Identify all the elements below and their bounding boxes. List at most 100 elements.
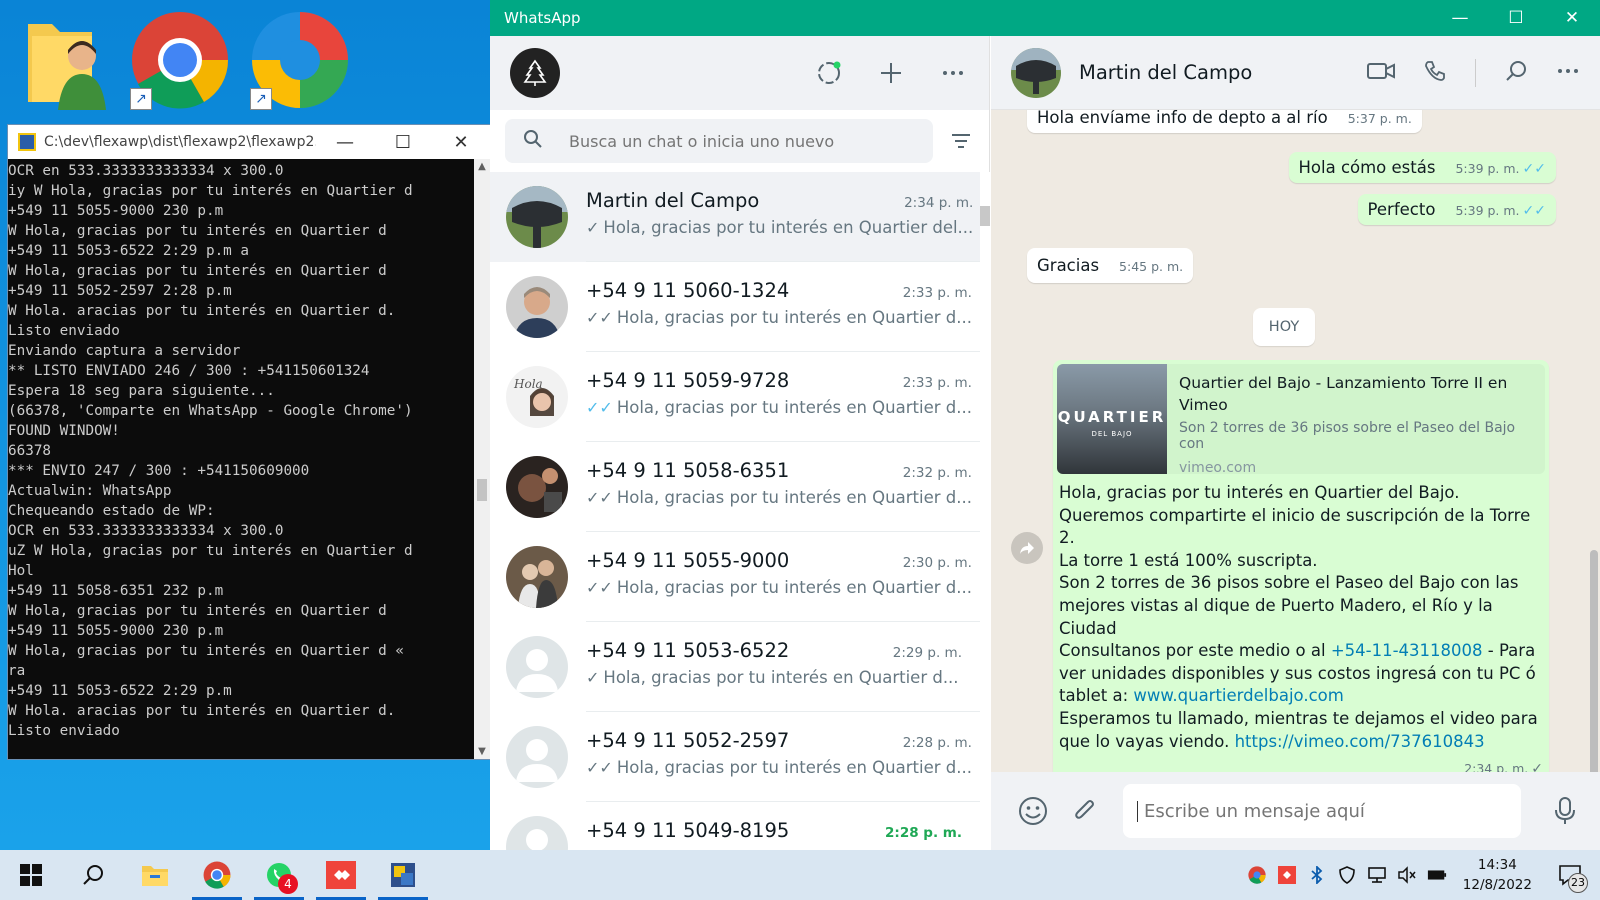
phone-link[interactable]: +54-11-43118008 xyxy=(1331,641,1483,660)
link-preview-domain: vimeo.com xyxy=(1179,460,1257,474)
chat-avatar[interactable] xyxy=(506,456,568,518)
console-scrollbar[interactable]: ▲ ▼ xyxy=(474,159,490,759)
whatsapp-taskbar-icon[interactable]: 4 xyxy=(248,850,310,900)
chat-avatar[interactable] xyxy=(506,726,568,788)
edge-icon[interactable]: ↗ xyxy=(250,10,350,110)
message-time: 5:39 p. m. xyxy=(1455,203,1520,218)
file-explorer-icon[interactable] xyxy=(124,850,186,900)
chat-avatar[interactable] xyxy=(506,276,568,338)
chat-avatar[interactable] xyxy=(506,636,568,698)
maximize-button[interactable]: ☐ xyxy=(374,132,432,153)
user-folder-icon[interactable] xyxy=(22,10,122,110)
chat-list-item[interactable]: +54 9 11 5058-6351 2:32 p. m. ✓✓ Hola, grac… xyxy=(490,442,980,532)
message-scrollbar[interactable] xyxy=(1588,110,1600,800)
emoji-icon[interactable] xyxy=(1015,793,1051,829)
contact-avatar[interactable] xyxy=(1011,47,1061,98)
bluetooth-icon[interactable] xyxy=(1307,865,1327,885)
delivered-ticks-icon: ✓✓ xyxy=(586,578,613,597)
chat-avatar[interactable]: Hola xyxy=(506,366,568,428)
message-text: Hola cómo estás xyxy=(1298,158,1436,177)
console-line: W Hola, gracias por tu interés en Quarti… xyxy=(8,643,404,659)
chat-avatar[interactable] xyxy=(506,546,568,608)
taskbar-search-icon[interactable] xyxy=(62,850,124,900)
start-button[interactable] xyxy=(0,850,62,900)
chrome-taskbar-icon[interactable] xyxy=(186,850,248,900)
link-preview[interactable]: QUARTIER DEL BAJO Quartier del Bajo - La… xyxy=(1057,364,1545,474)
whatsapp-titlebar[interactable]: WhatsApp — ☐ ✕ xyxy=(490,0,1600,36)
minimize-button[interactable]: — xyxy=(1432,8,1488,28)
chat-preview: Hola, gracias por tu interés en Quartier… xyxy=(616,488,972,507)
message-input-box[interactable] xyxy=(1123,784,1521,838)
message-input[interactable] xyxy=(1137,800,1497,822)
link-preview-title: Quartier del Bajo - Lanzamiento Torre II… xyxy=(1179,374,1508,414)
incoming-message[interactable]: Hola envíame info de depto a al río 5:37 … xyxy=(1027,110,1422,133)
anydesk-tray-icon[interactable] xyxy=(1277,865,1297,885)
minimize-button[interactable]: — xyxy=(316,132,374,153)
menu-dots-icon[interactable] xyxy=(937,57,969,89)
chat-list-panel: Martin del Campo2:34 p. m.✓Hola, gracias… xyxy=(490,36,990,850)
maximize-button[interactable]: ☐ xyxy=(1488,8,1544,28)
console-line: FOUND WINDOW! xyxy=(8,423,120,439)
outgoing-message[interactable]: Perfecto 5:39 p. m. ✓✓ xyxy=(1357,194,1556,225)
chat-list-item[interactable]: +54 9 11 5049-8195 2:28 p. m. xyxy=(490,802,980,850)
conversation-header[interactable]: Martin del Campo xyxy=(991,36,1600,110)
outgoing-message[interactable]: QUARTIER DEL BAJO Quartier del Bajo - La… xyxy=(1053,360,1549,772)
close-button[interactable]: ✕ xyxy=(432,132,490,153)
chat-avatar[interactable] xyxy=(506,186,568,248)
outgoing-message[interactable]: Hola cómo estás 5:39 p. m. ✓✓ xyxy=(1288,152,1556,183)
notification-center-icon[interactable]: 23 xyxy=(1552,857,1588,893)
chrome-tray-icon[interactable] xyxy=(1247,865,1267,885)
video-thumbnail[interactable]: QUARTIER DEL BAJO xyxy=(1057,364,1167,474)
voice-call-icon[interactable] xyxy=(1423,59,1447,87)
chat-list-item[interactable]: Martin del Campo 2:34 p. m. ✓ Hola, gracias… xyxy=(490,172,980,262)
attach-icon[interactable] xyxy=(1067,793,1103,829)
search-icon[interactable] xyxy=(1504,59,1528,87)
profile-avatar[interactable] xyxy=(510,48,560,98)
python-taskbar-icon[interactable] xyxy=(372,850,434,900)
video-call-icon[interactable] xyxy=(1367,61,1395,85)
scroll-thumb[interactable] xyxy=(1590,550,1598,800)
battery-icon[interactable] xyxy=(1427,865,1447,885)
microphone-icon[interactable] xyxy=(1547,793,1583,829)
volume-muted-icon[interactable] xyxy=(1397,865,1417,885)
forward-icon[interactable] xyxy=(1011,532,1043,564)
scroll-thumb[interactable] xyxy=(980,206,990,226)
menu-dots-icon[interactable] xyxy=(1556,59,1580,87)
contact-name[interactable]: Martin del Campo xyxy=(1079,61,1252,84)
scroll-down-icon[interactable]: ▼ xyxy=(474,746,490,757)
chat-list-item[interactable]: +54 9 11 5052-2597 2:28 p. m. ✓✓ Hola, grac… xyxy=(490,712,980,802)
chat-list-item[interactable]: +54 9 11 5055-9000 2:30 p. m. ✓✓ Hola, grac… xyxy=(490,532,980,622)
console-output[interactable]: OCR en 533.3333333333334 x 300.0 iy W Hol… xyxy=(8,159,474,759)
whatsapp-window: WhatsApp — ☐ ✕ Busca un chat o inicia un… xyxy=(490,0,1600,850)
scroll-up-icon[interactable]: ▲ xyxy=(474,161,490,172)
console-titlebar[interactable]: C:\dev\flexawp\dist\flexawp2\flexawp2...… xyxy=(8,125,490,159)
close-button[interactable]: ✕ xyxy=(1544,8,1600,28)
website-link[interactable]: www.quartierdelbajo.com xyxy=(1133,686,1343,705)
console-window[interactable]: C:\dev\flexawp\dist\flexawp2\flexawp2...… xyxy=(7,124,491,760)
chrome-icon[interactable]: ↗ xyxy=(130,10,230,110)
security-shield-icon[interactable] xyxy=(1337,865,1357,885)
chat-avatar[interactable] xyxy=(506,816,568,850)
new-chat-icon[interactable] xyxy=(875,57,907,89)
incoming-message[interactable]: Gracias 5:45 p. m. xyxy=(1027,248,1194,283)
search-box[interactable] xyxy=(505,119,933,163)
filter-icon[interactable] xyxy=(949,129,973,153)
vimeo-link[interactable]: https://vimeo.com/737610843 xyxy=(1235,732,1485,751)
chat-list-scrollbar[interactable] xyxy=(980,172,990,850)
console-line: Listo enviado xyxy=(8,723,120,739)
anydesk-taskbar-icon[interactable] xyxy=(310,850,372,900)
message-line: tablet a: www.quartierdelbajo.com xyxy=(1059,685,1543,708)
chat-list-item[interactable]: +54 9 11 5053-6522 2:29 p. m. ✓ Hola, graci… xyxy=(490,622,980,712)
chat-list-item[interactable]: +54 9 11 5060-1324 2:33 p. m. ✓✓ Hola, grac… xyxy=(490,262,980,352)
console-line: OCR en 533.3333333333334 x 300.0 xyxy=(8,523,284,539)
chat-list-item[interactable]: Hola +54 9 11 5059-9728 2:33 p. m. ✓✓ Hola, … xyxy=(490,352,980,442)
console-line: W Hola, gracias por tu interés en Quarti… xyxy=(8,223,387,239)
chat-name: +54 9 11 5053-6522 xyxy=(586,639,790,662)
search-input[interactable] xyxy=(569,131,899,151)
delivered-ticks-icon: ✓✓ xyxy=(586,308,613,327)
network-icon[interactable] xyxy=(1367,865,1387,885)
scroll-thumb[interactable] xyxy=(477,479,487,501)
taskbar-clock[interactable]: 14:34 12/8/2022 xyxy=(1463,855,1532,895)
message-area[interactable]: Hola envíame info de depto a al río 5:37 … xyxy=(991,110,1588,772)
status-icon[interactable] xyxy=(813,57,845,89)
